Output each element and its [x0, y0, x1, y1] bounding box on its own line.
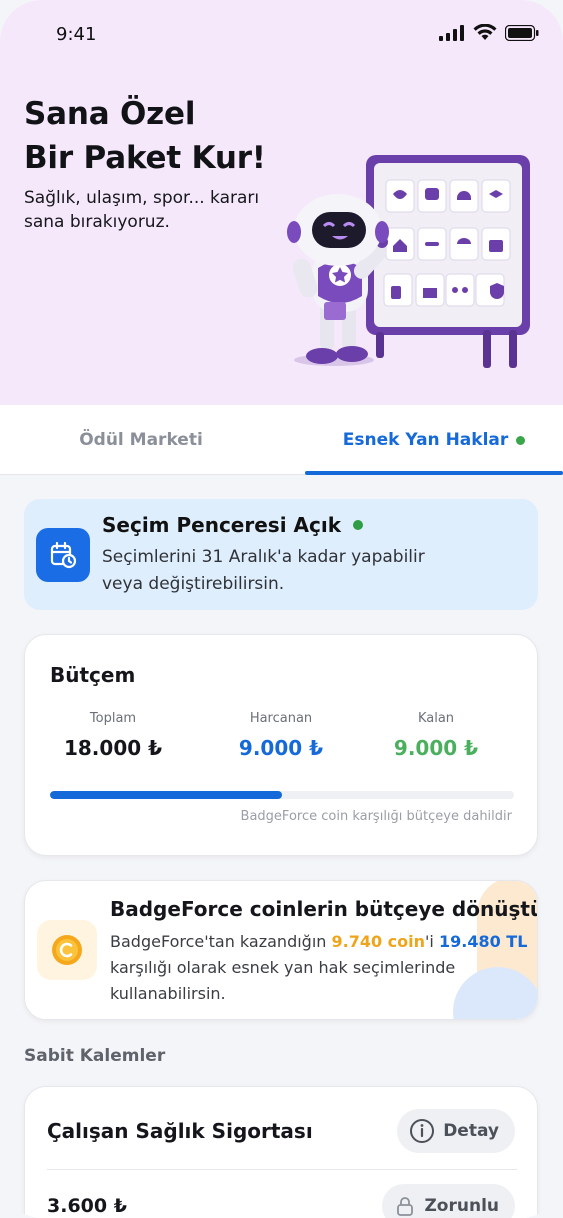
- status-bar: 9:41: [0, 0, 563, 70]
- info-icon: [410, 1119, 435, 1143]
- budget-title: Bütçem: [50, 663, 136, 687]
- coin-amount: 9.740 coin: [331, 932, 426, 951]
- status-icons: [439, 24, 539, 41]
- lock-icon: [397, 1197, 414, 1216]
- tab-label: Ödül Marketi: [79, 430, 203, 450]
- coin-card-title: BadgeForce coinlerin bütçeye dönüştü: [110, 897, 538, 921]
- banner-title-text: Seçim Penceresi Açık: [102, 513, 342, 537]
- tab-odul-marketi[interactable]: Ödül Marketi: [0, 405, 282, 475]
- open-status-dot: [353, 520, 364, 530]
- selection-window-banner: Seçim Penceresi Açık Seçimlerini 31 Aral…: [24, 499, 538, 610]
- banner-line-1: Seçimlerini 31 Aralık'a kadar yapabilir: [102, 547, 425, 567]
- hero-subtitle-line-1: Sağlık, ulaşım, spor... kararı: [24, 188, 260, 208]
- required-label: Zorunlu: [424, 1196, 499, 1216]
- budget-spent: Harcanan 9.000 ₺: [206, 711, 356, 760]
- hero-title-line-2: Bir Paket Kur!: [24, 140, 266, 176]
- hero-subtitle: Sağlık, ulaşım, spor... kararı sana bıra…: [24, 186, 284, 234]
- coin-line-3: kullanabilirsin.: [110, 984, 226, 1003]
- coin-conversion-card: BadgeForce coinlerin bütçeye dönüştü Bad…: [24, 880, 538, 1020]
- hero-subtitle-line-2: sana bırakıyoruz.: [24, 212, 170, 232]
- hero-title: Sana Özel Bir Paket Kur!: [24, 92, 294, 180]
- fixed-item-price: 3.600 ₺: [47, 1195, 127, 1217]
- remaining-value: 9.000 ₺: [393, 736, 479, 760]
- fixed-items-section-label: Sabit Kalemler: [24, 1046, 166, 1066]
- detail-button[interactable]: Detay: [397, 1109, 515, 1153]
- coin-line-2: karşılığı olarak esnek yan hak seçimleri…: [110, 958, 456, 977]
- divider: [47, 1169, 517, 1170]
- hero-title-line-1: Sana Özel: [24, 96, 196, 132]
- tl-amount: 19.480 TL: [438, 932, 528, 951]
- tab-label: Esnek Yan Haklar: [342, 430, 509, 450]
- app-screen: Sana Özel Bir Paket Kur! Sağlık, ulaşım,…: [0, 0, 563, 1218]
- banner-title: Seçim Penceresi Açık: [102, 513, 364, 537]
- banner-description: Seçimlerini 31 Aralık'a kadar yapabilir …: [102, 544, 522, 598]
- required-badge: Zorunlu: [382, 1184, 515, 1218]
- tab-esnek-yan-haklar[interactable]: Esnek Yan Haklar: [305, 405, 563, 475]
- signal-icon: [439, 24, 464, 41]
- fixed-item-card: Çalışan Sağlık Sigortası Detay 3.600 ₺ Z…: [24, 1086, 538, 1218]
- detail-label: Detay: [443, 1121, 499, 1141]
- budget-note: BadgeForce coin karşılığı bütçeye dahild…: [240, 809, 512, 824]
- coin-text-mid: 'i: [425, 932, 439, 951]
- budget-remaining: Kalan 9.000 ₺: [361, 711, 511, 760]
- coin-icon: [37, 920, 97, 980]
- coin-line-1: BadgeForce'tan kazandığın 9.740 coin'i 1…: [110, 929, 530, 955]
- fixed-item-title: Çalışan Sağlık Sigortası: [47, 1119, 313, 1143]
- budget-total: Toplam 18.000 ₺: [38, 711, 188, 760]
- total-label: Toplam: [89, 711, 137, 726]
- banner-line-2: veya değiştirebilirsin.: [102, 574, 285, 594]
- budget-progress-bar: [50, 791, 514, 799]
- total-value: 18.000 ₺: [63, 736, 163, 760]
- remaining-label: Kalan: [417, 711, 455, 726]
- battery-icon: [505, 24, 539, 41]
- active-tab-underline: [305, 471, 563, 475]
- budget-card: Bütçem Toplam 18.000 ₺ Harcanan 9.000 ₺ …: [24, 634, 538, 856]
- active-dot-indicator: [516, 435, 526, 445]
- coin-text-pre: BadgeForce'tan kazandığın: [110, 932, 332, 951]
- robot-board-illustration: [287, 155, 530, 368]
- wifi-icon: [473, 24, 497, 40]
- coin-card-description: BadgeForce'tan kazandığın 9.740 coin'i 1…: [110, 929, 530, 1007]
- spent-value: 9.000 ₺: [238, 736, 324, 760]
- tab-bar: Ödül Marketi Esnek Yan Haklar: [0, 405, 563, 475]
- calendar-clock-icon: [36, 528, 90, 582]
- status-time: 9:41: [56, 24, 97, 45]
- spent-label: Harcanan: [249, 711, 313, 726]
- budget-progress-fill: [50, 791, 282, 799]
